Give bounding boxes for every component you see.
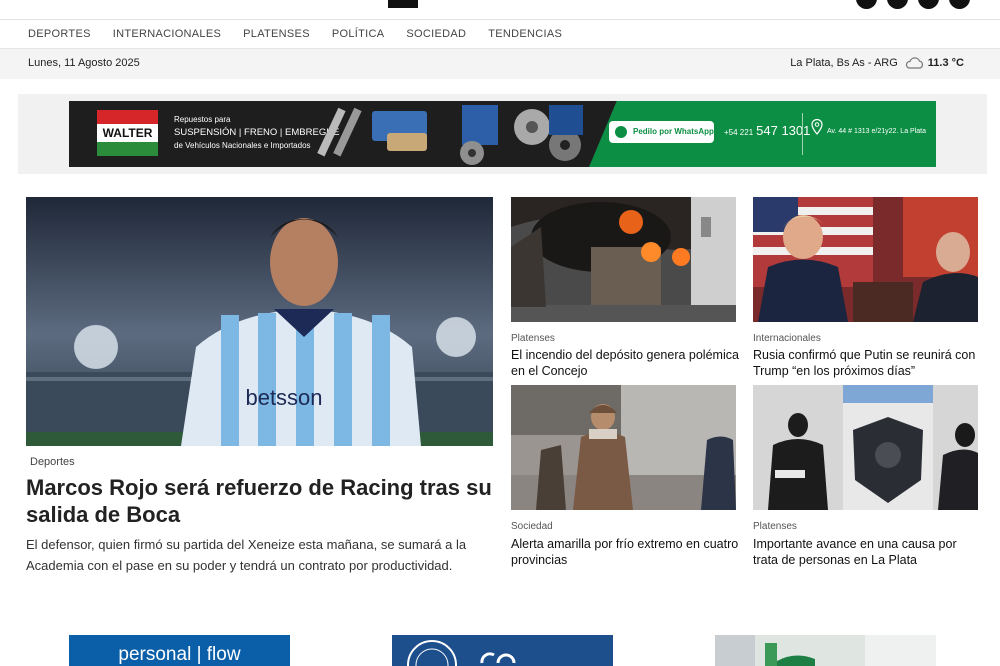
card-4-image[interactable]: [753, 385, 978, 510]
stadium-player-photo: betsson: [26, 197, 493, 446]
card-4-title[interactable]: Importante avance en una causa por trata…: [753, 536, 981, 568]
site-logo[interactable]: [388, 0, 420, 12]
whatsapp-label: Pedilo por WhatsApp: [633, 127, 714, 136]
phone-prefix: +54 221: [724, 128, 754, 137]
walter-logo: WALTER: [97, 110, 158, 156]
lead-article-image[interactable]: betsson: [26, 197, 493, 446]
card-2-title[interactable]: Rusia confirmó que Putin se reunirá con …: [753, 347, 981, 379]
university-ad-graphic: [407, 640, 516, 666]
ad-address: Av. 44 # 1313 e/21y22. La Plata: [827, 128, 926, 135]
walter-brand-text: WALTER: [102, 126, 153, 140]
nav-item-politica[interactable]: POLÍTICA: [332, 21, 385, 47]
nav-item-internacionales[interactable]: INTERNACIONALES: [113, 21, 221, 47]
facebook-icon[interactable]: [856, 0, 877, 9]
ad-divider: [802, 113, 803, 155]
date-bar: Lunes, 11 Agosto 2025 La Plata, Bs As - …: [0, 49, 1000, 79]
instagram-icon[interactable]: [918, 0, 939, 9]
card-1-category[interactable]: Platenses: [511, 333, 555, 344]
site-header: [0, 0, 1000, 20]
main-nav: DEPORTES INTERNACIONALES PLATENSES POLÍT…: [0, 21, 1000, 49]
location-pin-icon: [811, 119, 823, 135]
banner-ad-container: WALTER Repuestos para SUSPENSIÓN | FRENO…: [18, 94, 987, 174]
lead-article-description: El defensor, quien firmó su partida del …: [26, 537, 467, 573]
walter-banner-ad[interactable]: WALTER Repuestos para SUSPENSIÓN | FRENO…: [69, 101, 936, 167]
nav-item-deportes[interactable]: DEPORTES: [28, 21, 91, 47]
lead-article-category[interactable]: Deportes: [30, 456, 75, 468]
police-photo: [753, 385, 978, 510]
whatsapp-button[interactable]: Pedilo por WhatsApp: [609, 121, 714, 143]
card-2-category[interactable]: Internacionales: [753, 333, 821, 344]
card-3-title[interactable]: Alerta amarilla por frío extremo en cuat…: [511, 536, 739, 568]
youtube-icon[interactable]: [949, 0, 970, 9]
weather-location: La Plata, Bs As - ARG: [790, 57, 898, 69]
fire-photo: [511, 197, 736, 322]
cloud-icon: [905, 57, 923, 69]
weather-temperature: 11.3 °C: [927, 57, 964, 69]
card-3-image[interactable]: [511, 385, 736, 510]
card-3-category[interactable]: Sociedad: [511, 521, 553, 532]
menu-icon[interactable]: [28, 0, 46, 2]
card-1-image[interactable]: [511, 197, 736, 322]
leaders-photo: [753, 197, 978, 322]
bottom-ad-3[interactable]: [715, 635, 936, 666]
whatsapp-icon: [615, 126, 627, 138]
card-1-title[interactable]: El incendio del depósito genera polémica…: [511, 347, 739, 379]
current-date: Lunes, 11 Agosto 2025: [28, 57, 140, 69]
card-2-image[interactable]: [753, 197, 978, 322]
auto-parts-image: [317, 105, 583, 165]
twitter-icon[interactable]: [887, 0, 908, 9]
cold-weather-photo: [511, 385, 736, 510]
nav-item-tendencias[interactable]: TENDENCIAS: [488, 21, 562, 47]
social-links: [856, 0, 970, 9]
bottom-ad-2[interactable]: [392, 635, 613, 666]
bottom-ad-3-graphic: [715, 635, 936, 666]
bottom-ad-1-text: personal | flow: [118, 644, 241, 665]
weather-widget: La Plata, Bs As - ARG 11.3 °C: [790, 57, 964, 69]
bottom-ad-1[interactable]: personal | flow: [69, 635, 290, 666]
nav-item-platenses[interactable]: PLATENSES: [243, 21, 310, 47]
jersey-sponsor-text: betsson: [245, 385, 322, 410]
card-4-category[interactable]: Platenses: [753, 521, 797, 532]
lead-article-title[interactable]: Marcos Rojo será refuerzo de Racing tras…: [26, 474, 496, 528]
ad-phone: +54 221 547 1301: [724, 123, 810, 138]
nav-item-sociedad[interactable]: SOCIEDAD: [406, 21, 466, 47]
